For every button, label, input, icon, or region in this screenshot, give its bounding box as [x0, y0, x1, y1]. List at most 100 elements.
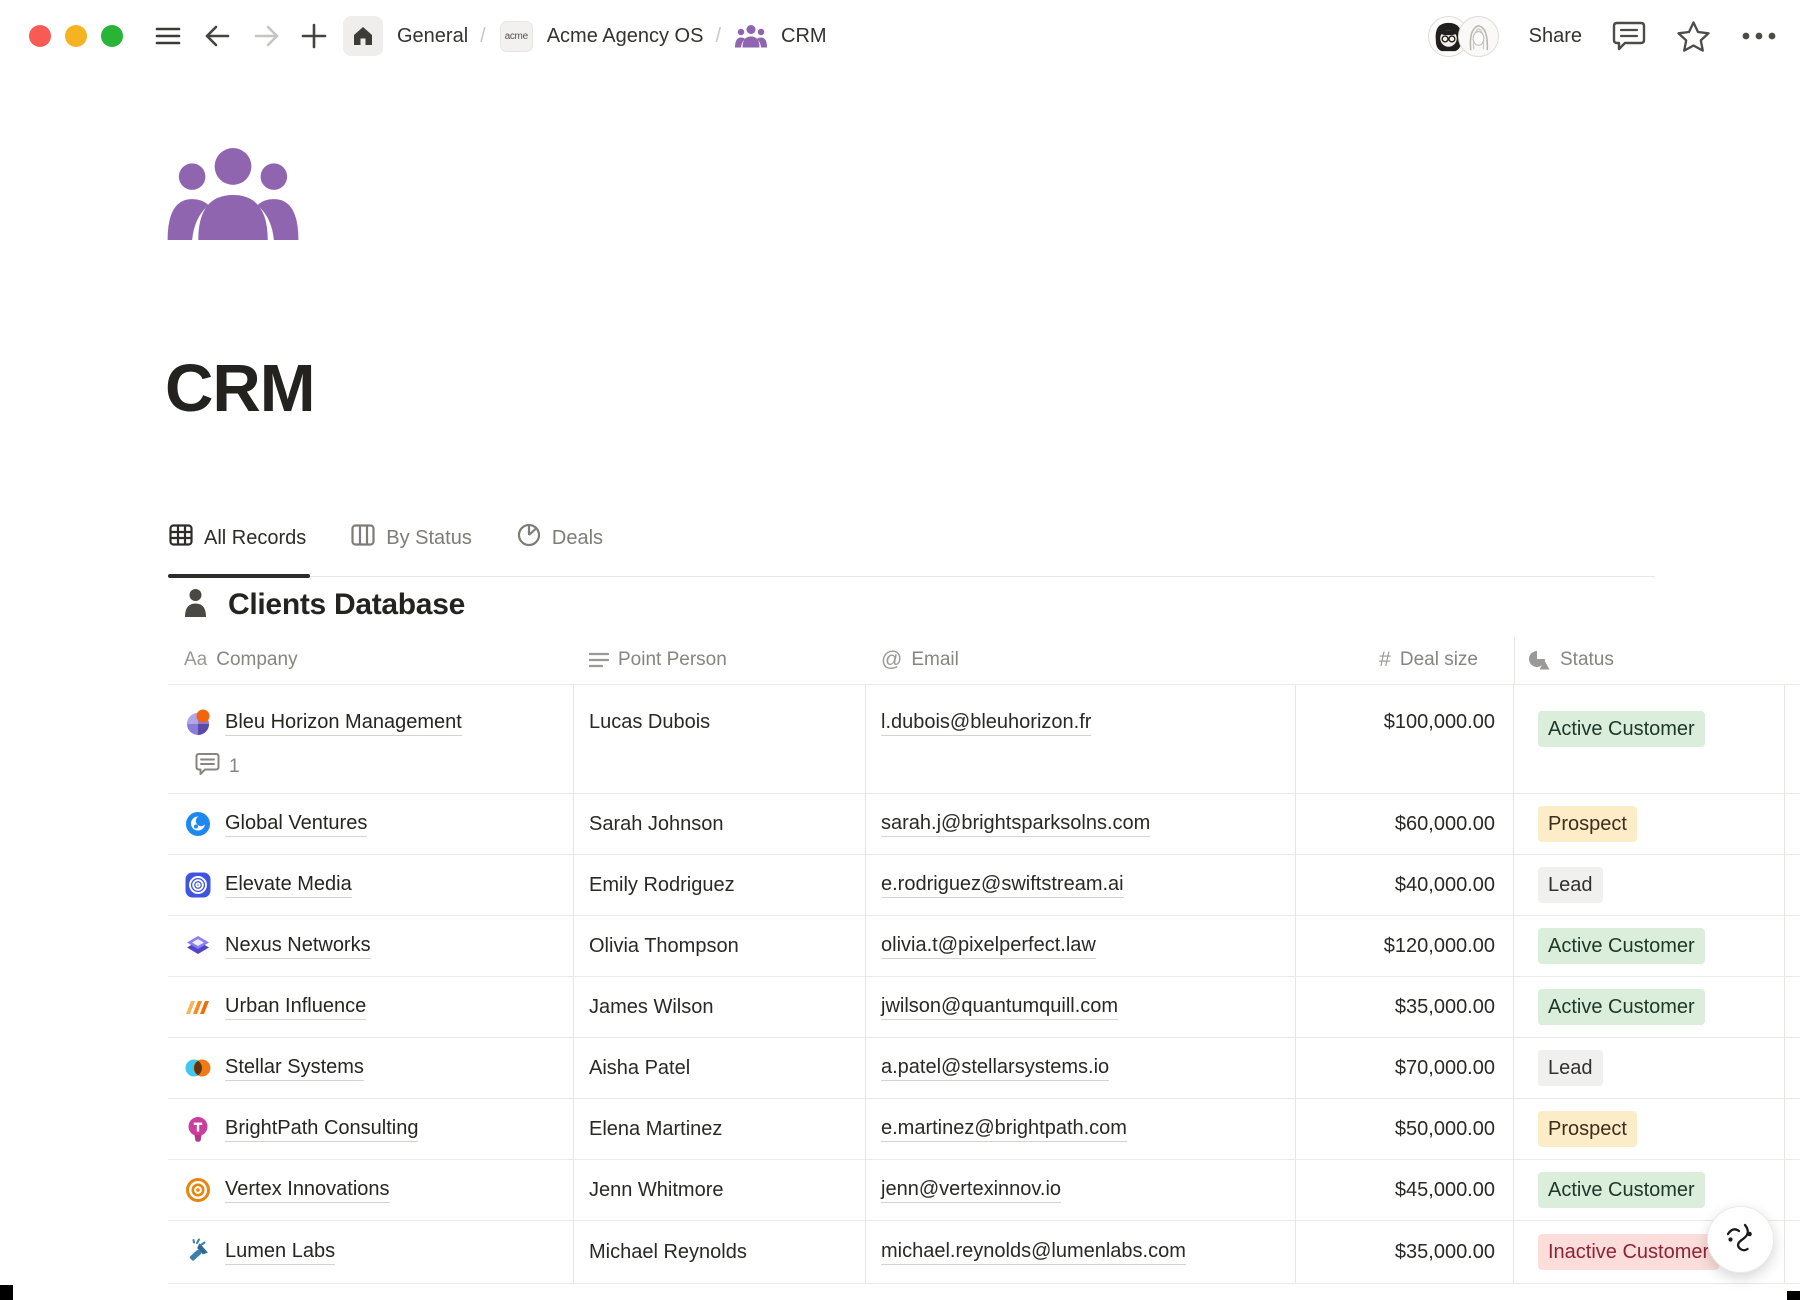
email-link[interactable]: l.dubois@bleuhorizon.fr	[881, 711, 1091, 736]
sidebar-menu-icon[interactable]	[155, 25, 181, 47]
status-cell[interactable]: Active Customer	[1514, 685, 1785, 793]
forward-arrow-icon[interactable]	[253, 24, 281, 48]
table-row[interactable]: Global Ventures Sarah Johnson sarah.j@br…	[168, 793, 1800, 854]
point-person-cell[interactable]: Lucas Dubois	[574, 685, 866, 793]
back-arrow-icon[interactable]	[203, 24, 231, 48]
collaborator-avatars[interactable]	[1428, 16, 1499, 57]
email-link[interactable]: jenn@vertexinnov.io	[881, 1178, 1061, 1203]
status-cell[interactable]: Lead	[1514, 855, 1785, 915]
tab-all-records[interactable]: All Records	[168, 522, 306, 576]
company-cell[interactable]: Stellar Systems	[168, 1038, 574, 1098]
point-person-cell[interactable]: James Wilson	[574, 977, 866, 1037]
email-link[interactable]: sarah.j@brightsparksolns.com	[881, 812, 1150, 837]
email-cell[interactable]: olivia.t@pixelperfect.law	[866, 916, 1296, 976]
table-row[interactable]: Urban Influence James Wilson jwilson@qua…	[168, 976, 1800, 1037]
company-cell[interactable]: Bleu Horizon Management 1	[168, 685, 574, 793]
breadcrumb-root[interactable]: General	[397, 25, 468, 48]
column-header-company[interactable]: Aa Company	[168, 635, 574, 684]
company-name-link[interactable]: Elevate Media	[225, 873, 352, 898]
company-name-link[interactable]: Urban Influence	[225, 995, 366, 1020]
company-cell[interactable]: Elevate Media	[168, 855, 574, 915]
share-button[interactable]: Share	[1529, 25, 1582, 48]
table-row[interactable]: Stellar Systems Aisha Patel a.patel@stel…	[168, 1037, 1800, 1098]
company-cell[interactable]: Global Ventures	[168, 794, 574, 854]
favorite-star-icon[interactable]	[1676, 20, 1711, 53]
notion-ai-button[interactable]	[1707, 1206, 1774, 1273]
workspace-logo-badge[interactable]: acme	[500, 21, 533, 52]
table-row[interactable]: BrightPath Consulting Elena Martinez e.m…	[168, 1098, 1800, 1159]
status-cell[interactable]: Lead	[1514, 1038, 1785, 1098]
page-people-group-icon[interactable]	[166, 146, 300, 240]
deal-size-cell[interactable]: $40,000.00	[1296, 855, 1514, 915]
email-link[interactable]: e.rodriguez@swiftstream.ai	[881, 873, 1124, 898]
point-person-cell[interactable]: Jenn Whitmore	[574, 1160, 866, 1220]
point-person-cell[interactable]: Emily Rodriguez	[574, 855, 866, 915]
deal-size-cell[interactable]: $120,000.00	[1296, 916, 1514, 976]
company-name-link[interactable]: Nexus Networks	[225, 934, 371, 959]
table-row[interactable]: Nexus Networks Olivia Thompson olivia.t@…	[168, 915, 1800, 976]
home-icon[interactable]	[343, 16, 383, 56]
email-cell[interactable]: jwilson@quantumquill.com	[866, 977, 1296, 1037]
column-header-status[interactable]: Status	[1514, 635, 1785, 684]
email-link[interactable]: olivia.t@pixelperfect.law	[881, 934, 1096, 959]
deal-size-cell[interactable]: $100,000.00	[1296, 685, 1514, 793]
email-cell[interactable]: jenn@vertexinnov.io	[866, 1160, 1296, 1220]
deal-size-cell[interactable]: $70,000.00	[1296, 1038, 1514, 1098]
comment-indicator[interactable]: 1	[195, 752, 240, 782]
company-cell[interactable]: Nexus Networks	[168, 916, 574, 976]
status-cell[interactable]: Prospect	[1514, 794, 1785, 854]
table-row[interactable]: Vertex Innovations Jenn Whitmore jenn@ve…	[168, 1159, 1800, 1220]
company-name-link[interactable]: Stellar Systems	[225, 1056, 364, 1081]
company-cell[interactable]: BrightPath Consulting	[168, 1099, 574, 1159]
company-name-link[interactable]: BrightPath Consulting	[225, 1117, 418, 1142]
new-page-plus-icon[interactable]	[301, 23, 327, 49]
close-window-button[interactable]	[29, 25, 51, 47]
comments-icon[interactable]	[1612, 20, 1646, 52]
status-cell[interactable]: Active Customer	[1514, 916, 1785, 976]
breadcrumb-workspace[interactable]: Acme Agency OS	[547, 25, 704, 48]
breadcrumb-page[interactable]: CRM	[781, 25, 827, 48]
company-name-link[interactable]: Global Ventures	[225, 812, 367, 837]
status-cell[interactable]: Prospect	[1514, 1099, 1785, 1159]
email-cell[interactable]: e.rodriguez@swiftstream.ai	[866, 855, 1296, 915]
deal-size-cell[interactable]: $35,000.00	[1296, 977, 1514, 1037]
table-row[interactable]: Elevate Media Emily Rodriguez e.rodrigue…	[168, 854, 1800, 915]
email-cell[interactable]: sarah.j@brightsparksolns.com	[866, 794, 1296, 854]
company-cell[interactable]: Lumen Labs	[168, 1221, 574, 1283]
column-header-email[interactable]: @ Email	[866, 635, 1296, 684]
point-person-cell[interactable]: Michael Reynolds	[574, 1221, 866, 1283]
email-cell[interactable]: a.patel@stellarsystems.io	[866, 1038, 1296, 1098]
deal-size-value: $45,000.00	[1395, 1179, 1495, 1202]
email-link[interactable]: e.martinez@brightpath.com	[881, 1117, 1127, 1142]
email-link[interactable]: michael.reynolds@lumenlabs.com	[881, 1240, 1186, 1265]
deal-size-cell[interactable]: $45,000.00	[1296, 1160, 1514, 1220]
company-cell[interactable]: Urban Influence	[168, 977, 574, 1037]
tab-deals[interactable]: Deals	[516, 522, 603, 576]
table-row[interactable]: Lumen Labs Michael Reynolds michael.reyn…	[168, 1220, 1800, 1284]
company-name-link[interactable]: Vertex Innovations	[225, 1178, 390, 1203]
company-name-link[interactable]: Bleu Horizon Management	[225, 711, 462, 736]
email-cell[interactable]: l.dubois@bleuhorizon.fr	[866, 685, 1296, 793]
spiral-logo-icon	[184, 871, 212, 899]
tab-by-status[interactable]: By Status	[350, 522, 472, 576]
minimize-window-button[interactable]	[65, 25, 87, 47]
company-cell[interactable]: Vertex Innovations	[168, 1160, 574, 1220]
deal-size-cell[interactable]: $60,000.00	[1296, 794, 1514, 854]
table-row[interactable]: Bleu Horizon Management 1 Lucas Dubois l…	[168, 684, 1800, 793]
deal-size-cell[interactable]: $35,000.00	[1296, 1221, 1514, 1283]
zoom-window-button[interactable]	[101, 25, 123, 47]
point-person-cell[interactable]: Elena Martinez	[574, 1099, 866, 1159]
company-name-link[interactable]: Lumen Labs	[225, 1240, 335, 1265]
email-cell[interactable]: michael.reynolds@lumenlabs.com	[866, 1221, 1296, 1283]
column-header-point-person[interactable]: Point Person	[574, 635, 866, 684]
more-options-icon[interactable]	[1741, 31, 1777, 41]
deal-size-cell[interactable]: $50,000.00	[1296, 1099, 1514, 1159]
status-cell[interactable]: Active Customer	[1514, 977, 1785, 1037]
email-link[interactable]: a.patel@stellarsystems.io	[881, 1056, 1109, 1081]
point-person-cell[interactable]: Aisha Patel	[574, 1038, 866, 1098]
email-cell[interactable]: e.martinez@brightpath.com	[866, 1099, 1296, 1159]
point-person-cell[interactable]: Olivia Thompson	[574, 916, 866, 976]
email-link[interactable]: jwilson@quantumquill.com	[881, 995, 1118, 1020]
column-header-deal-size[interactable]: # Deal size	[1296, 635, 1514, 684]
point-person-cell[interactable]: Sarah Johnson	[574, 794, 866, 854]
